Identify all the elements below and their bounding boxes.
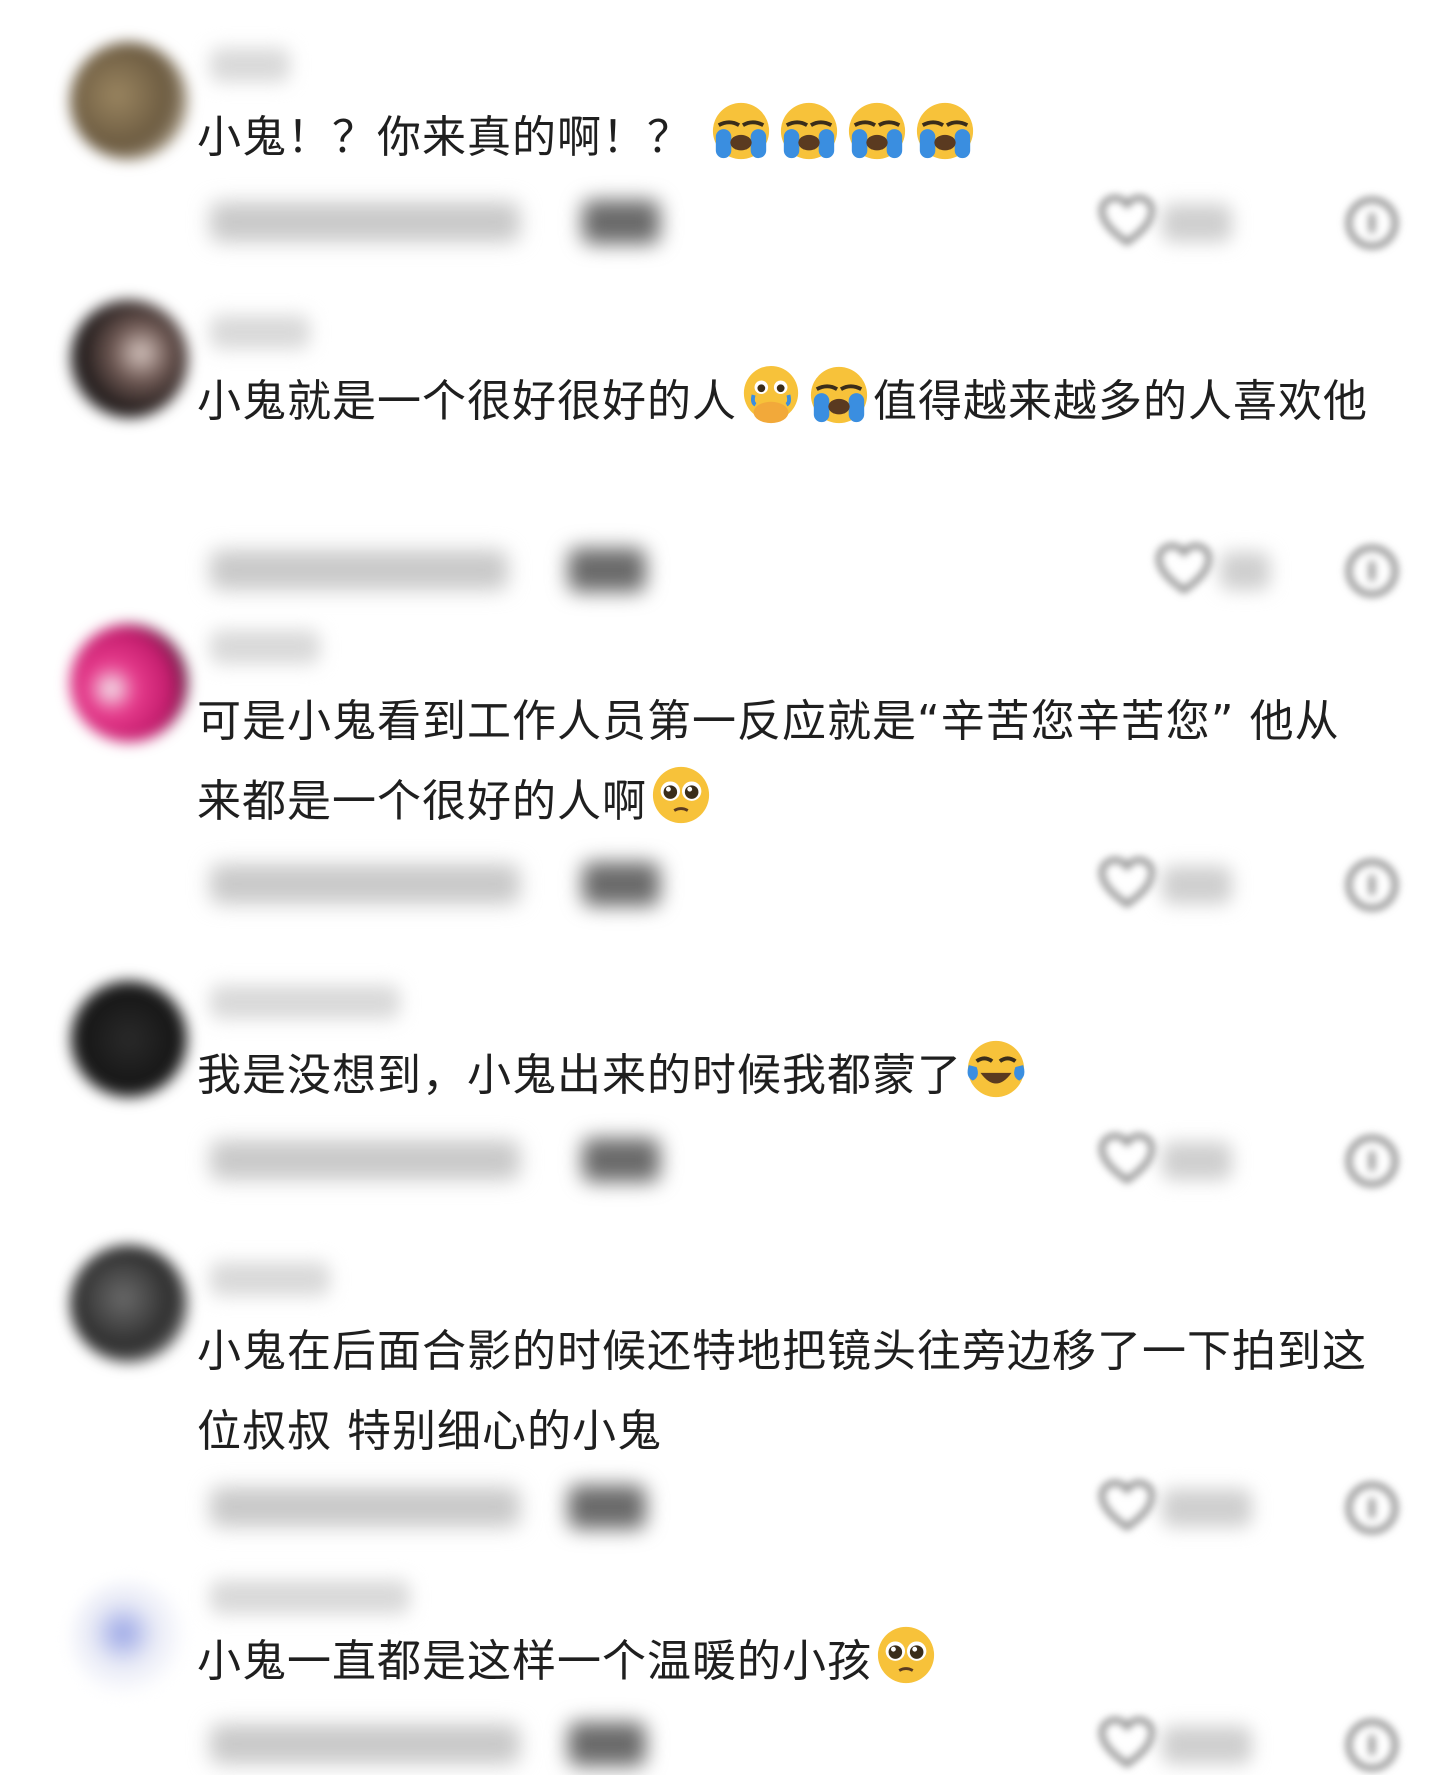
like-count [1162,866,1232,904]
comment-text-content: 我是没想到，小鬼出来的时候我都蒙了 [197,1050,962,1101]
timestamp-location [210,1487,520,1527]
comment-text-content-continued: 值得越来越多的人喜欢他 [873,376,1368,427]
username[interactable] [210,1262,330,1296]
heart-icon[interactable] [1155,542,1213,596]
heart-icon[interactable] [1098,194,1156,248]
avatar[interactable] [70,300,188,418]
like-count [1220,552,1270,590]
like-count [1162,1489,1252,1527]
like-count [1162,204,1232,242]
loudly-crying-emoji-icon [780,102,838,160]
heart-icon[interactable] [1098,1132,1156,1186]
heart-icon[interactable] [1098,856,1156,910]
like-count [1162,1142,1232,1180]
comment-text-content: 可是小鬼看到工作人员第一反应就是“辛苦您辛苦您” 他从来都是一个很好的人啊 [197,696,1340,827]
comment-text-content: 小鬼一直都是这样一个温暖的小孩 [197,1636,872,1687]
loudly-crying-emoji-icon [712,102,770,160]
comment-text: 我是没想到，小鬼出来的时候我都蒙了 [197,1036,1377,1116]
username[interactable] [210,1580,410,1614]
username[interactable] [210,985,400,1019]
comment-meta [0,190,1440,250]
avatar[interactable] [70,1580,188,1698]
comment-meta [0,852,1440,912]
comment-meta [0,1475,1440,1535]
timestamp-location [210,864,520,904]
thumbs-down-icon[interactable] [1343,1479,1401,1537]
reply-button[interactable] [582,1138,660,1182]
thumbs-down-icon[interactable] [1343,1132,1401,1190]
comment-text: 可是小鬼看到工作人员第一反应就是“辛苦您辛苦您” 他从来都是一个很好的人啊 [197,682,1377,842]
loudly-crying-emoji-icon [916,102,974,160]
thumbs-down-icon[interactable] [1343,542,1401,600]
heart-icon[interactable] [1098,1716,1156,1770]
comment-text-content: 小鬼在后面合影的时候还特地把镜头往旁边移了一下拍到这位叔叔 特别细心的小鬼 [197,1326,1367,1457]
comment-meta [0,1128,1440,1188]
avatar[interactable] [70,1245,188,1363]
avatar[interactable] [70,980,188,1098]
reply-button[interactable] [582,200,660,244]
comment-text: 小鬼一直都是这样一个温暖的小孩 [197,1622,1377,1702]
comment-text-content: 小鬼！？你来真的啊！？ [197,112,692,163]
loudly-crying-emoji-icon [848,102,906,160]
avatar[interactable] [70,624,188,742]
pleading-face-emoji-icon [877,1626,935,1684]
reply-button[interactable] [568,548,646,592]
thumbs-down-icon[interactable] [1343,194,1401,252]
reply-button[interactable] [568,1485,646,1529]
comment-meta [0,538,1440,598]
timestamp-location [210,1724,520,1764]
heart-icon[interactable] [1098,1479,1156,1533]
comment-text: 小鬼在后面合影的时候还特地把镜头往旁边移了一下拍到这位叔叔 特别细心的小鬼 [197,1312,1377,1472]
comment-meta [0,1712,1440,1772]
reply-button[interactable] [568,1722,646,1766]
pleading-face-emoji-icon [652,766,710,824]
username[interactable] [210,48,290,82]
reply-button[interactable] [582,862,660,906]
comment-text: 小鬼就是一个很好很好的人 值得越来越多的人喜欢他 [197,362,1377,442]
thumbs-down-icon[interactable] [1343,1716,1401,1774]
timestamp-location [210,202,520,242]
thumbs-down-icon[interactable] [1343,856,1401,914]
tears-of-joy-emoji-icon [967,1040,1025,1098]
comment-text-content: 小鬼就是一个很好很好的人 [197,376,737,427]
like-count [1162,1726,1252,1764]
teary-hand-over-mouth-emoji-icon [743,365,799,424]
comment-text: 小鬼！？你来真的啊！？ [197,98,1377,178]
loudly-crying-emoji-icon [810,366,868,424]
username[interactable] [210,315,310,349]
timestamp-location [210,550,508,590]
username[interactable] [210,630,320,664]
avatar[interactable] [70,42,188,160]
timestamp-location [210,1140,520,1180]
